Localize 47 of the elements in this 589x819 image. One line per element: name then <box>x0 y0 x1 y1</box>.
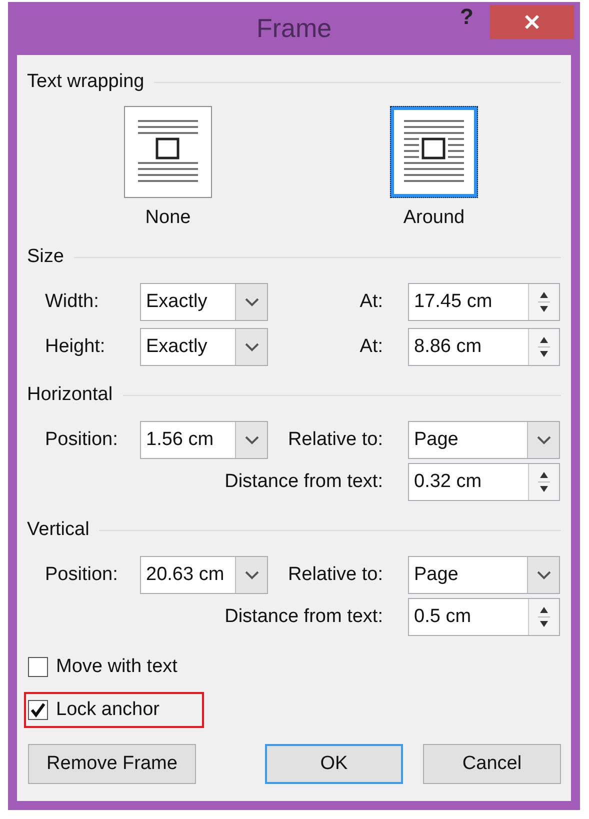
field-label: Distance from text: <box>224 471 384 493</box>
group-title: Size <box>27 246 64 268</box>
window-title: Frame <box>256 13 332 44</box>
group-title: Vertical <box>27 519 90 541</box>
checkmark-icon <box>30 702 46 718</box>
dropdown[interactable]: 1.56 cm <box>140 421 268 459</box>
dropdown[interactable]: Exactly <box>140 283 268 321</box>
checkbox-label: Move with text <box>56 656 178 678</box>
help-button[interactable]: ? <box>454 4 480 30</box>
group-title: Text wrapping <box>27 71 144 93</box>
dialog-button[interactable]: Cancel <box>423 744 561 784</box>
checkbox-label: Lock anchor <box>56 699 160 721</box>
field-label: At: <box>358 291 384 313</box>
chevron-down-icon <box>244 436 258 444</box>
wrap-around-icon <box>403 119 465 185</box>
checkbox[interactable] <box>28 657 48 677</box>
chevron-down-icon <box>244 298 258 306</box>
close-icon <box>524 14 540 30</box>
close-button[interactable] <box>490 5 574 39</box>
chevron-down-icon <box>536 436 550 444</box>
wrap-option-button[interactable] <box>390 106 478 198</box>
spin-field[interactable]: 8.86 cm <box>408 328 560 366</box>
wrap-none-icon <box>137 119 199 185</box>
group-title: Horizontal <box>27 384 113 406</box>
field-label: Distance from text: <box>224 606 384 628</box>
checkbox[interactable] <box>28 700 48 720</box>
dropdown[interactable]: 20.63 cm <box>140 556 268 594</box>
option-label: None <box>145 206 191 230</box>
spin-field[interactable]: 0.32 cm <box>408 463 560 501</box>
field-label: Width: <box>45 291 100 313</box>
field-label: Height: <box>45 336 106 358</box>
dropdown[interactable]: Page <box>408 556 560 594</box>
dropdown[interactable]: Exactly <box>140 328 268 366</box>
field-label: Relative to: <box>286 564 384 586</box>
spin-field[interactable]: 17.45 cm <box>408 283 560 321</box>
field-label: At: <box>358 336 384 358</box>
field-label: Position: <box>45 564 119 586</box>
chevron-down-icon <box>536 570 550 580</box>
dialog-button[interactable]: OK <box>265 744 403 784</box>
option-label: Around <box>403 206 465 230</box>
field-label: Relative to: <box>286 429 384 451</box>
chevron-down-icon <box>244 570 258 580</box>
spin-field[interactable]: 0.5 cm <box>408 598 560 636</box>
dialog-button[interactable]: Remove Frame <box>28 744 196 784</box>
field-label: Position: <box>45 429 119 451</box>
dropdown[interactable]: Page <box>408 421 560 459</box>
chevron-down-icon <box>244 342 258 352</box>
